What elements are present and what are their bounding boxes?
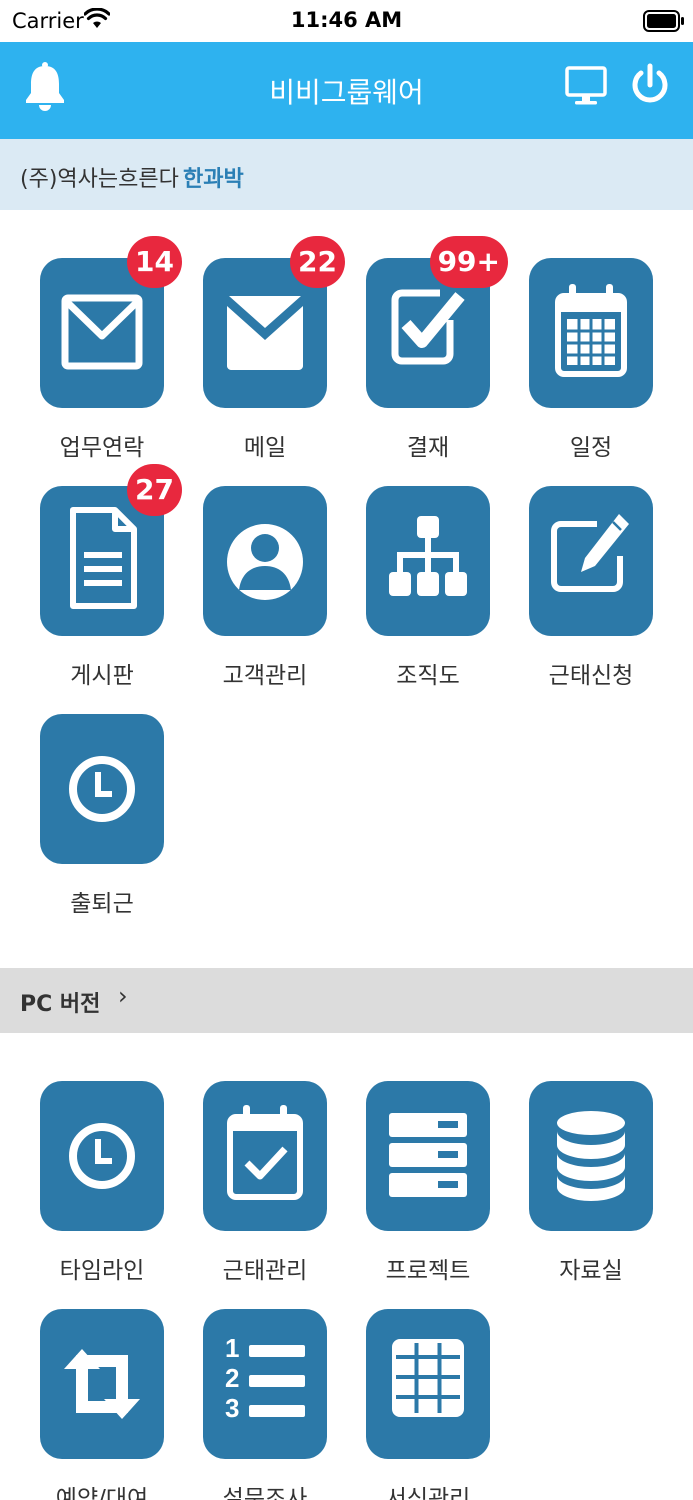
tile-icon-box[interactable] <box>203 486 327 636</box>
tile-icon-box[interactable] <box>529 1081 653 1231</box>
user-name: 한과박 <box>183 167 244 192</box>
tile-icon-box[interactable] <box>40 1309 164 1459</box>
calendar-icon <box>555 284 627 377</box>
retweet-icon <box>64 1349 140 1419</box>
tile-label: 근태관리 <box>222 1258 308 1284</box>
notification-badge: 99+ <box>429 236 508 288</box>
clock-icon <box>69 1123 135 1189</box>
org-chart-icon <box>389 516 467 596</box>
power-icon[interactable] <box>630 63 670 107</box>
tile-label: 출퇴근 <box>70 891 134 917</box>
tile-label: 서식관리 <box>385 1486 471 1500</box>
tile-label: 설문조사 <box>222 1486 308 1500</box>
tile-icon-box[interactable] <box>366 1309 490 1459</box>
notification-badge: 14 <box>127 236 182 288</box>
svg-text:3: 3 <box>225 1393 239 1423</box>
clock-icon <box>69 756 135 822</box>
status-bar: Carrier 11:46 AM <box>0 0 693 42</box>
tile-icon-box[interactable] <box>366 1081 490 1231</box>
svg-text:1: 1 <box>225 1333 239 1363</box>
tile-label: 메일 <box>243 435 287 461</box>
calendar-check-icon <box>227 1105 303 1200</box>
numbered-list-icon: 1 2 3 <box>225 1333 305 1423</box>
tile-icon-box[interactable] <box>40 714 164 864</box>
tile-icon-box[interactable] <box>366 486 490 636</box>
tile-label: 업무연락 <box>59 435 145 461</box>
status-time: 11:46 AM <box>290 8 403 32</box>
tile-icon-box[interactable] <box>40 1081 164 1231</box>
tile-icon-box[interactable]: 1 2 3 <box>203 1309 327 1459</box>
notification-badge: 22 <box>290 236 345 288</box>
tile-icon-box[interactable] <box>203 1081 327 1231</box>
tile-label: 고객관리 <box>222 663 308 689</box>
monitor-icon[interactable] <box>565 65 607 107</box>
server-icon <box>389 1113 467 1197</box>
tile-label: 근태신청 <box>548 663 634 689</box>
user-icon <box>227 524 303 600</box>
chevron-right-icon: › <box>118 982 128 1010</box>
pc-version-bar[interactable]: PC 버전 › <box>0 968 693 1033</box>
tile-label: 예약/대여 <box>55 1486 149 1500</box>
database-icon <box>557 1111 625 1201</box>
tile-label: 자료실 <box>559 1258 623 1284</box>
notification-badge: 27 <box>127 464 182 516</box>
table-grid-icon <box>392 1339 464 1417</box>
tile-label: 프로젝트 <box>385 1258 471 1284</box>
svg-text:2: 2 <box>225 1363 239 1393</box>
tile-label: 타임라인 <box>59 1258 145 1284</box>
tile-label: 게시판 <box>70 663 134 689</box>
tile-label: 결재 <box>406 435 450 461</box>
tile-icon-box[interactable] <box>529 258 653 408</box>
tile-label: 일정 <box>569 435 613 461</box>
user-bar: (주)역사는흐른다 한과박 <box>0 139 693 210</box>
company-name: (주)역사는흐른다 <box>20 167 179 192</box>
tile-icon-box[interactable] <box>529 486 653 636</box>
pc-version-label: PC 버전 <box>20 992 101 1017</box>
app-header: 비비그룹웨어 <box>0 42 693 139</box>
edit-icon <box>551 514 629 592</box>
tile-label: 조직도 <box>396 663 460 689</box>
battery-icon <box>643 10 684 32</box>
